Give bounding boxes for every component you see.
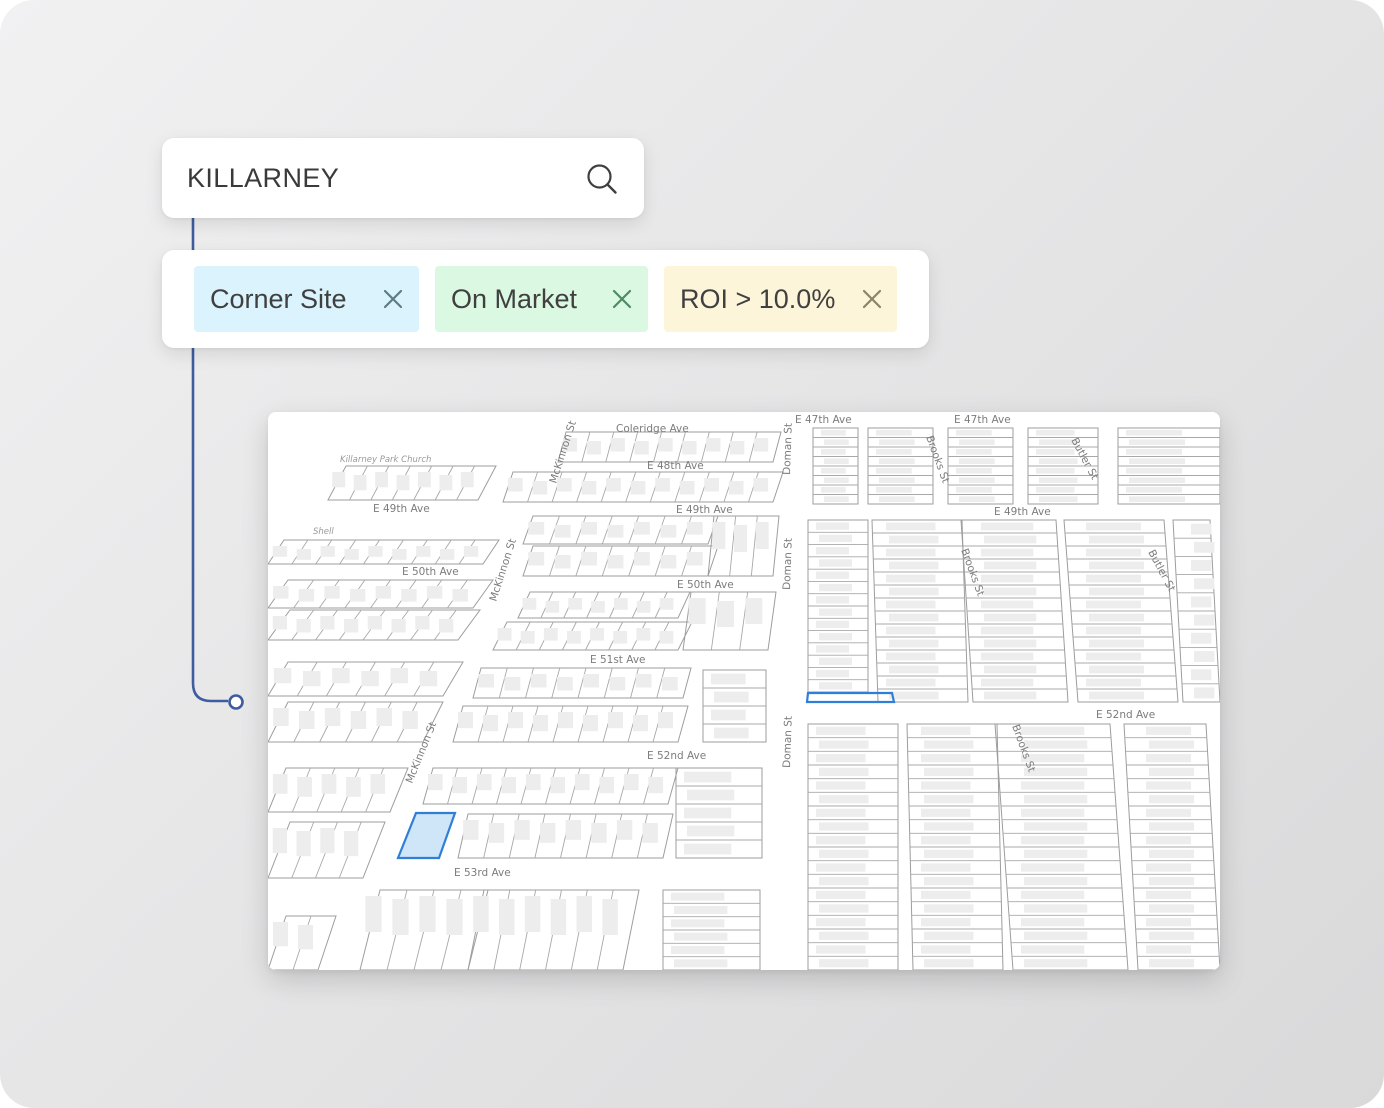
street-label: E 50th Ave — [402, 566, 459, 578]
street-label: E 52nd Ave — [1096, 709, 1155, 721]
street-label: E 51st Ave — [590, 654, 646, 666]
filter-bar: Corner Site On Market ROI > 10.0% — [162, 250, 929, 348]
close-icon[interactable] — [611, 288, 633, 310]
poi-label: Killarney Park Church — [340, 455, 431, 465]
filter-chip-roi[interactable]: ROI > 10.0% — [664, 266, 897, 332]
map-view[interactable]: E 47th Ave E 47th Ave Coleridge Ave E 48… — [268, 412, 1220, 970]
filter-chip-label: ROI > 10.0% — [680, 284, 836, 314]
street-label: E 47th Ave — [954, 414, 1011, 426]
street-label: E 52nd Ave — [647, 750, 706, 762]
street-label: E 48th Ave — [647, 460, 704, 472]
street-label: E 50th Ave — [677, 579, 734, 591]
search-box — [162, 138, 644, 218]
street-label: E 49th Ave — [994, 506, 1051, 518]
map-canvas[interactable]: E 47th Ave E 47th Ave Coleridge Ave E 48… — [268, 412, 1220, 970]
filter-chip-label: On Market — [451, 284, 578, 314]
filter-chip-on-market[interactable]: On Market — [435, 266, 648, 332]
street-label: E 47th Ave — [795, 414, 852, 426]
street-label: Coleridge Ave — [616, 423, 689, 435]
poi-label: Shell — [313, 527, 334, 537]
filter-chip-label: Corner Site — [210, 284, 347, 314]
street-label: E 49th Ave — [373, 503, 430, 515]
street-label: Doman St — [781, 538, 795, 590]
street-label: Doman St — [781, 423, 795, 475]
street-label: E 53rd Ave — [454, 867, 511, 879]
canvas-background: Corner Site On Market ROI > 10.0% — [0, 0, 1384, 1108]
street-label: Doman St — [781, 716, 795, 768]
close-icon[interactable] — [861, 288, 883, 310]
search-input[interactable] — [187, 160, 567, 196]
connector-end-dot — [228, 694, 244, 710]
close-icon[interactable] — [382, 288, 404, 310]
street-label: E 49th Ave — [676, 504, 733, 516]
search-icon[interactable] — [585, 162, 619, 196]
filter-chip-corner-site[interactable]: Corner Site — [194, 266, 419, 332]
